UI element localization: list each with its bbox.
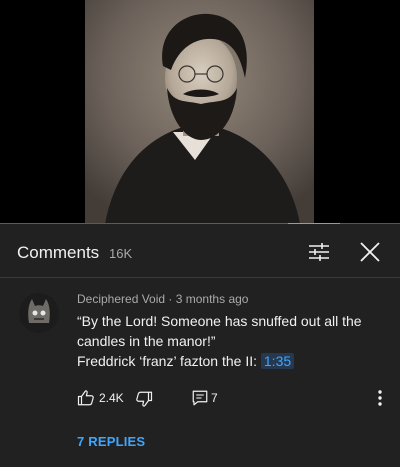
comment-text-line1: “By the Lord! Someone has snuffed out al… (77, 313, 362, 349)
meta-separator: · (168, 292, 173, 306)
video-frame-portrait (85, 0, 314, 224)
comment-author[interactable]: Deciphered Void (77, 292, 165, 306)
comment-text-line2: Freddrick ‘franz’ fazton the II: 1:35 (77, 351, 382, 371)
thumbs-down-icon[interactable] (135, 390, 153, 408)
portrait-image (85, 0, 314, 224)
comment-actions: 2.4K 7 (77, 389, 387, 409)
reply-count: 7 (211, 391, 218, 405)
reply-icon[interactable] (191, 389, 209, 407)
timestamp-link[interactable]: 1:35 (260, 353, 295, 369)
comments-count: 16K (109, 246, 133, 261)
filter-icon[interactable] (307, 240, 331, 264)
more-vert-icon[interactable] (373, 389, 387, 407)
thumbs-up-icon[interactable] (77, 389, 95, 407)
comment-text-prefix: Freddrick ‘franz’ fazton the II: (77, 353, 257, 369)
video-buffer-bar (288, 223, 340, 224)
close-icon[interactable] (358, 240, 382, 264)
video-player[interactable] (0, 0, 400, 224)
comments-header: Comments 16K (0, 226, 400, 278)
video-played-bar (0, 223, 288, 224)
video-progress-bar[interactable] (0, 223, 400, 224)
comments-title: Comments (17, 243, 100, 262)
comment-meta: Deciphered Void · 3 months ago (77, 292, 248, 306)
avatar-creature-icon (19, 293, 59, 333)
comment-body: “By the Lord! Someone has snuffed out al… (77, 311, 382, 371)
like-count: 2.4K (99, 391, 124, 405)
avatar[interactable] (19, 293, 59, 333)
view-replies-button[interactable]: 7 REPLIES (77, 434, 145, 449)
comment-time: 3 months ago (175, 292, 249, 306)
